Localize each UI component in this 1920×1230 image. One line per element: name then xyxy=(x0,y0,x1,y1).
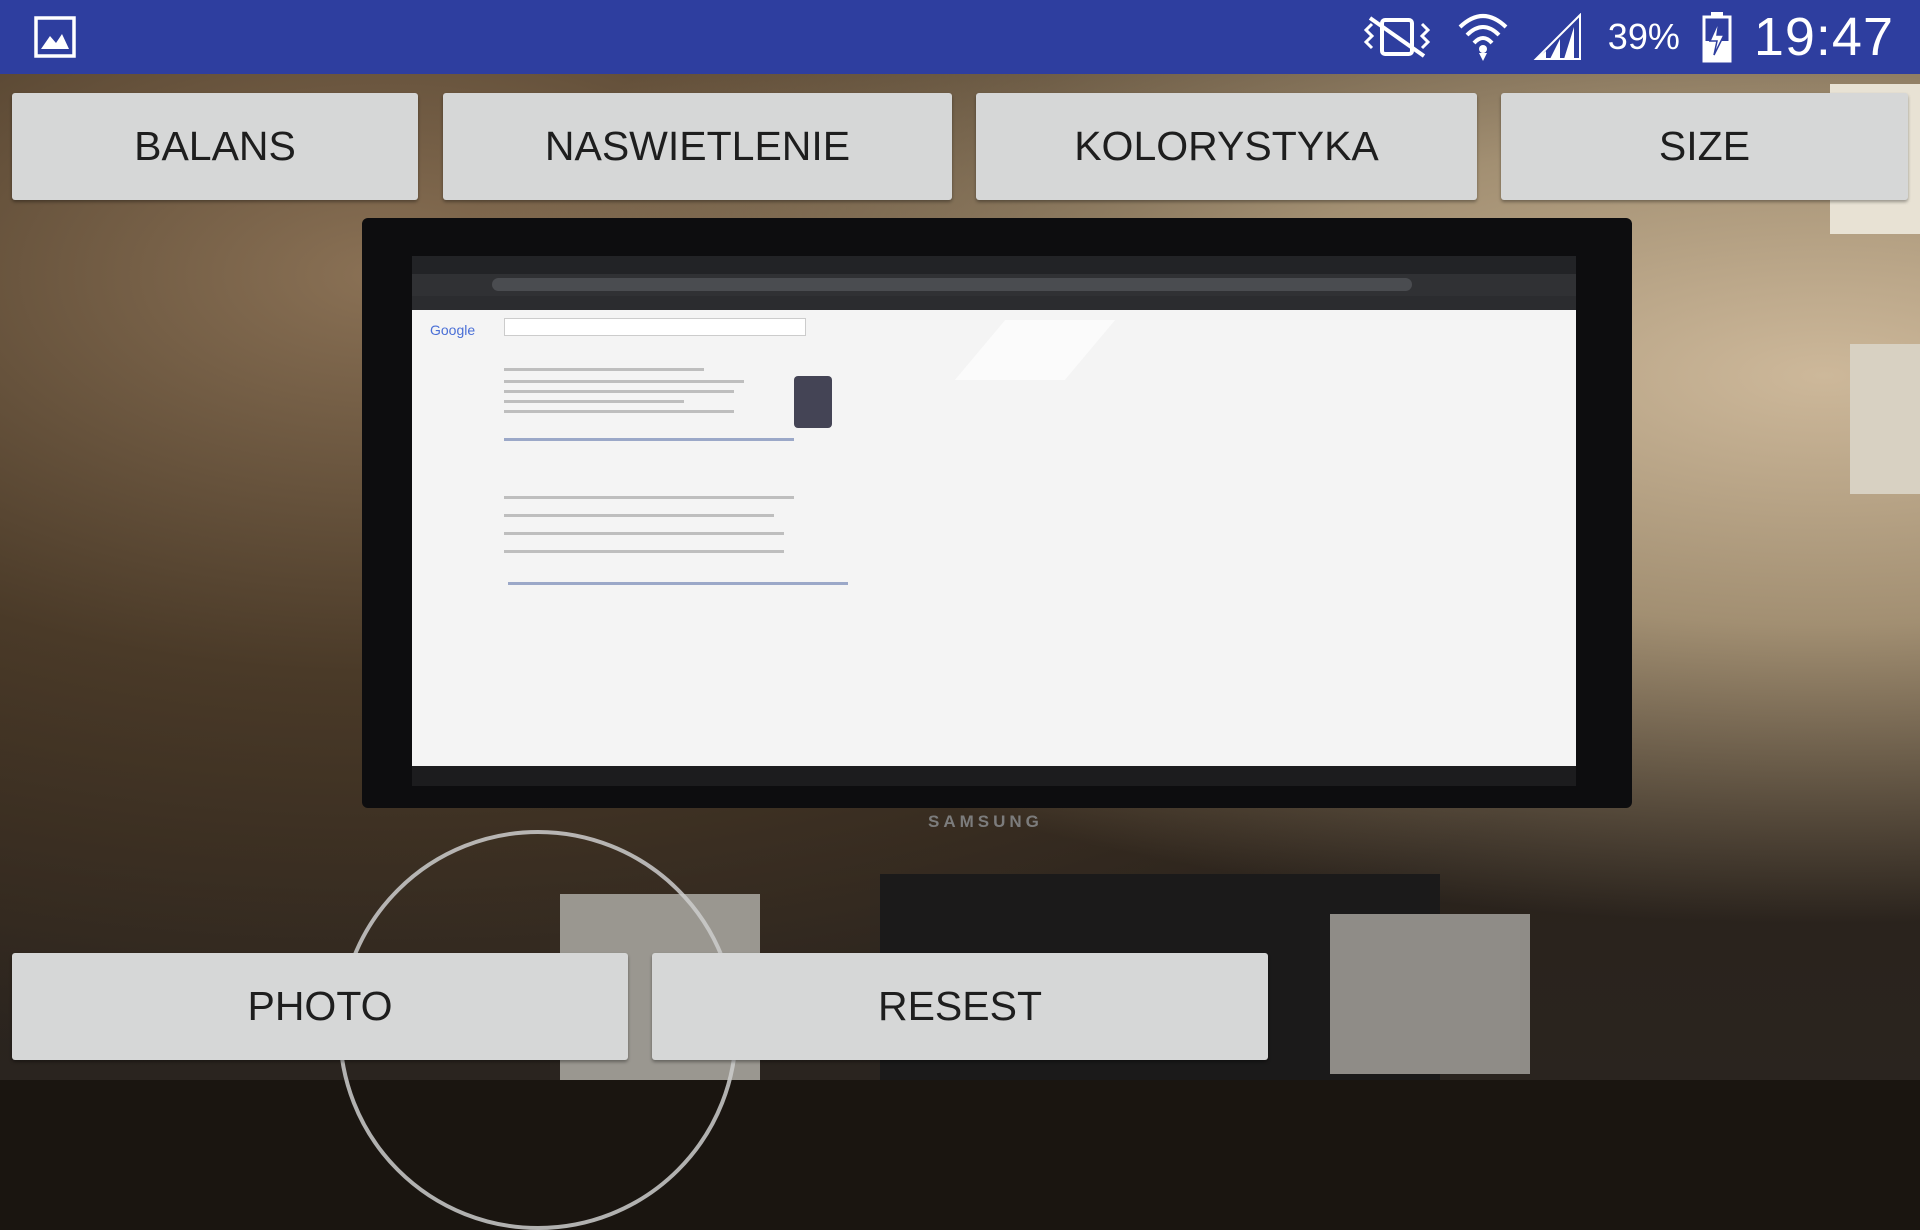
result-link xyxy=(508,582,848,585)
browser-bookmarks-bar xyxy=(412,296,1576,310)
resest-button[interactable]: RESEST xyxy=(652,953,1268,1060)
monitor-brand-label: SAMSUNG xyxy=(928,812,1043,831)
image-icon xyxy=(34,16,76,58)
photo-button[interactable]: PHOTO xyxy=(12,953,628,1060)
result-line xyxy=(504,550,784,553)
size-button[interactable]: SIZE xyxy=(1501,93,1908,200)
desk-box xyxy=(1330,914,1530,1074)
result-line xyxy=(504,390,734,393)
result-line xyxy=(504,410,734,413)
result-line xyxy=(504,514,774,517)
result-line xyxy=(504,532,784,535)
result-line xyxy=(504,496,794,499)
browser-address-bar xyxy=(492,278,1412,291)
naswietlenie-button[interactable]: NASWIETLENIE xyxy=(443,93,952,200)
battery-charging-icon xyxy=(1702,12,1732,63)
google-search-box xyxy=(504,318,806,336)
result-link xyxy=(504,438,794,441)
balans-button[interactable]: BALANS xyxy=(12,93,418,200)
kolorystyka-button[interactable]: KOLORYSTYKA xyxy=(976,93,1477,200)
status-bar-right: 39% 19:47 xyxy=(1362,0,1894,74)
wall-paper-note xyxy=(1850,344,1920,494)
wifi-icon xyxy=(1458,14,1508,61)
result-line xyxy=(504,368,704,371)
result-line xyxy=(504,400,684,403)
browser-tab-strip xyxy=(412,256,1576,274)
windows-taskbar xyxy=(412,766,1576,786)
result-line xyxy=(504,380,744,383)
result-thumbnail xyxy=(794,376,832,428)
google-logo: Google xyxy=(430,322,476,338)
status-bar: 39% 19:47 xyxy=(0,0,1920,74)
vibrate-off-icon xyxy=(1363,16,1430,58)
clock: 19:47 xyxy=(1753,7,1894,67)
battery-percent: 39% xyxy=(1607,16,1680,57)
cellular-signal-icon xyxy=(1533,13,1581,60)
